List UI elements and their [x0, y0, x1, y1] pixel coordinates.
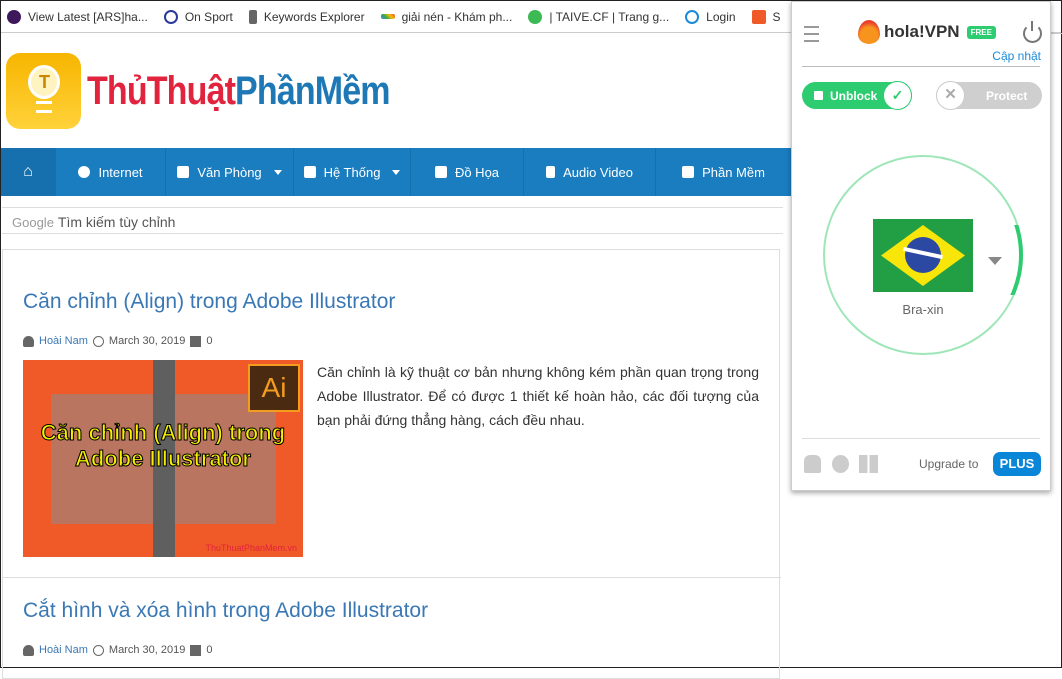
bookmark[interactable]: View Latest [ARS]ha...	[7, 9, 148, 24]
clock-icon	[92, 644, 104, 656]
bookmark[interactable]: On Sport	[163, 9, 233, 24]
country-dropdown-icon[interactable]	[988, 257, 1002, 265]
nav-audio-video[interactable]: Audio Video	[524, 148, 656, 196]
comment-icon	[190, 644, 202, 656]
post-excerpt: Căn chỉnh là kỹ thuật cơ bản nhưng không…	[317, 364, 759, 428]
post-title[interactable]: Cắt hình và xóa hình trong Adobe Illustr…	[23, 599, 428, 623]
post-list: Căn chỉnh (Align) trong Adobe Illustrato…	[2, 249, 781, 679]
windows-icon	[303, 166, 316, 178]
post-title[interactable]: Căn chỉnh (Align) trong Adobe Illustrato…	[23, 290, 395, 314]
nav-internet[interactable]: Internet	[56, 148, 166, 196]
power-icon[interactable]	[1023, 21, 1042, 43]
comment-count: 0	[206, 335, 213, 347]
lightbulb-icon	[6, 53, 81, 129]
bookmark[interactable]: Keywords Explorer	[248, 9, 365, 24]
update-link[interactable]: Cập nhật	[992, 49, 1041, 63]
clock-icon	[92, 335, 104, 347]
image-icon	[434, 166, 447, 178]
bookmark-label: View Latest [ARS]ha...	[28, 9, 148, 24]
apple-icon[interactable]	[832, 455, 849, 473]
bookmark-label: | TAIVE.CF | Trang g...	[549, 9, 670, 24]
bookmark-label: S	[772, 9, 781, 24]
bookmark[interactable]: | TAIVE.CF | Trang g...	[528, 9, 670, 24]
bookmark[interactable]: giải nén - Khám ph...	[380, 9, 513, 24]
unblock-toggle[interactable]: Unblock ✓	[802, 81, 912, 110]
nav-home[interactable]: ⌂	[1, 148, 56, 196]
video-file-icon	[546, 166, 556, 178]
site-name: ThủThuậtPhầnMềm	[87, 68, 391, 113]
comment-icon	[190, 335, 202, 347]
grid-icon	[682, 166, 695, 178]
nav-phan-mem[interactable]: Phần Mềm	[656, 148, 791, 196]
download-icon	[528, 9, 543, 24]
main-nav: ⌂ Internet Văn Phòng Hệ Thống Đồ Họa Aud…	[1, 148, 791, 196]
upgrade-label: Upgrade to	[919, 457, 979, 471]
ahrefs-b-icon	[248, 9, 257, 24]
user-icon	[23, 335, 34, 347]
thumbnail-watermark: ThuThuatPhanMem.vn	[205, 543, 297, 553]
nav-label: Văn Phòng	[197, 164, 262, 180]
word-doc-icon	[177, 166, 190, 178]
hola-vpn-popup: hola!VPN FREE Cập nhật Unblock ✓ ✕ Protect…	[791, 1, 1051, 491]
bookmark[interactable]: Login	[685, 9, 736, 24]
power-logo-icon	[163, 9, 178, 24]
unblock-label: Unblock	[830, 89, 878, 103]
brazil-flag-icon[interactable]	[873, 219, 973, 292]
nav-do-hoa[interactable]: Đồ Họa	[411, 148, 524, 196]
nav-label: Phần Mềm	[702, 164, 765, 180]
nav-he-thong[interactable]: Hệ Thống	[294, 148, 411, 196]
home-icon: ⌂	[23, 163, 33, 180]
hola-logo: hola!VPN FREE	[858, 20, 996, 44]
nav-label: Hệ Thống	[323, 164, 381, 180]
google-trends-icon	[380, 14, 395, 19]
divider	[3, 577, 781, 578]
bookmark-label: Keywords Explorer	[263, 9, 365, 24]
post-meta: Hoài Nam March 30, 2019 0	[23, 644, 212, 656]
windows-icon[interactable]	[859, 455, 878, 473]
nav-label: Internet	[98, 164, 143, 180]
country-label: Bra-xin	[902, 302, 944, 317]
post-thumbnail[interactable]: Ai Căn chỉnh (Align) trong Adobe Illustr…	[23, 360, 303, 557]
x-icon: ✕	[936, 81, 965, 110]
android-icon[interactable]	[804, 455, 821, 473]
nav-label: Audio Video	[563, 164, 633, 180]
caret-down-icon	[392, 169, 401, 175]
shopee-icon	[751, 9, 766, 24]
search-input[interactable]: Google Tìm kiếm tùy chỉnh	[2, 207, 783, 234]
nav-label: Đồ Họa	[454, 164, 500, 180]
protect-label: Protect	[986, 89, 1028, 103]
caret-down-icon	[273, 169, 282, 175]
plus-button[interactable]: PLUS	[993, 452, 1041, 476]
check-icon: ✓	[883, 81, 912, 110]
post-date: March 30, 2019	[108, 644, 186, 656]
globe-icon	[78, 166, 91, 178]
free-badge: FREE	[966, 25, 996, 39]
thumbnail-caption: Căn chỉnh (Align) trong Adobe Illustrato…	[40, 420, 286, 472]
site-logo[interactable]: ThủThuậtPhầnMềm	[6, 53, 443, 129]
post-meta: Hoài Nam March 30, 2019 0	[23, 335, 212, 347]
bookmark-label: On Sport	[184, 9, 233, 24]
protect-toggle[interactable]: ✕ Protect	[936, 81, 1042, 110]
illustrator-icon: Ai	[248, 364, 300, 412]
google-brand: Google	[12, 215, 54, 230]
brand-name: hola!VPN	[884, 22, 960, 41]
nav-van-phong[interactable]: Văn Phòng	[166, 148, 294, 196]
flame-smiley-icon	[858, 20, 880, 44]
author-link[interactable]: Hoài Nam	[39, 335, 88, 347]
user-icon	[23, 644, 34, 656]
search-placeholder: Tìm kiếm tùy chỉnh	[57, 214, 176, 230]
bookmark[interactable]: S	[751, 9, 781, 24]
comment-count: 0	[206, 644, 213, 656]
bookmark-label: giải nén - Khám ph...	[401, 9, 513, 24]
menu-icon[interactable]	[804, 26, 819, 47]
lock-icon	[814, 91, 823, 100]
post-date: March 30, 2019	[108, 335, 186, 347]
premier-league-icon	[7, 9, 21, 24]
windows-logo-icon	[685, 9, 700, 24]
bookmark-label: Login	[706, 9, 736, 24]
author-link[interactable]: Hoài Nam	[39, 644, 88, 656]
